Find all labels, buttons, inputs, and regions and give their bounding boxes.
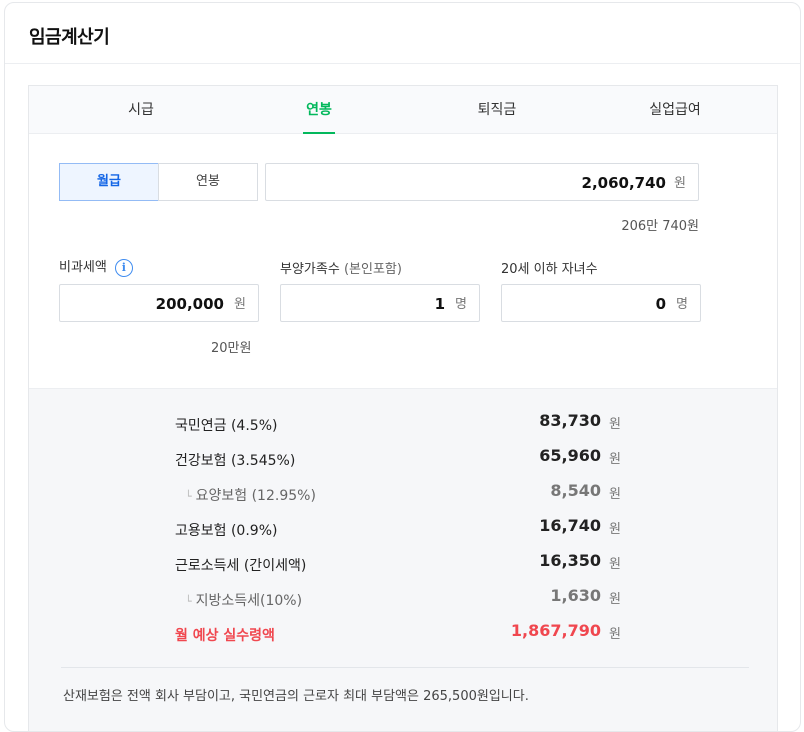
sub-item-marker: └ [185,595,192,608]
toggle-monthly[interactable]: 월급 [59,163,159,201]
dependents-label: 부양가족수 (본인포함) [280,258,402,277]
result-row: 건강보험 (3.545%) 65,960 원 [29,446,777,470]
children-input[interactable]: 0 명 [501,284,701,322]
children-label: 20세 이하 자녀수 [501,262,598,277]
title-divider [5,63,800,64]
pay-type-toggle: 월급 연봉 [59,163,259,203]
deduction-amount: 16,740 [539,516,601,535]
deduction-unit: 원 [609,592,621,607]
tab-hourly[interactable]: 시급 [91,86,191,134]
tab-severance[interactable]: 퇴직금 [447,86,547,134]
net-pay-unit: 원 [609,627,621,642]
result-row-sub: └ 지방소득세(10%) 1,630 원 [29,586,777,610]
salary-korean-amount: 206만 740원 [621,219,699,234]
result-row: 고용보험 (0.9%) 16,740 원 [29,516,777,540]
non-taxable-label: 비과세액 i [59,256,133,277]
wage-calculator-card: 임금계산기 시급 연봉 퇴직금 실업급여 월급 연봉 2,060,740 원 2… [4,2,801,732]
tab-annual-salary[interactable]: 연봉 [269,86,369,134]
deduction-amount: 8,540 [550,481,601,500]
dependents-input[interactable]: 1 명 [280,284,480,322]
dependents-note: (본인포함) [343,262,402,277]
page-title: 임금계산기 [29,27,110,48]
toggle-annual[interactable]: 연봉 [158,163,258,201]
deduction-amount: 16,350 [539,551,601,570]
tab-bar: 시급 연봉 퇴직금 실업급여 [29,86,777,134]
salary-unit: 원 [674,176,686,191]
net-pay-label: 월 예상 실수령액 [175,628,275,644]
deduction-sub-label: └ 요양보험 (12.95%) [185,485,316,505]
deduction-amount: 83,730 [539,411,601,430]
dependents-unit: 명 [455,297,467,312]
non-taxable-value: 200,000 [155,295,224,313]
calculator-panel: 시급 연봉 퇴직금 실업급여 월급 연봉 2,060,740 원 206만 74… [28,85,778,731]
non-taxable-input[interactable]: 200,000 원 [59,284,259,322]
non-taxable-unit: 원 [234,297,246,312]
dependents-label-text: 부양가족수 [280,262,340,277]
result-row-sub: └ 요양보험 (12.95%) 8,540 원 [29,481,777,505]
deduction-sub-label-text: 지방소득세(10%) [195,593,303,609]
net-pay-amount: 1,867,790 [510,621,601,640]
result-row: 근로소득세 (간이세액) 16,350 원 [29,551,777,575]
result-row: 국민연금 (4.5%) 83,730 원 [29,411,777,435]
deduction-unit: 원 [609,417,621,432]
deduction-sub-label-text: 요양보험 (12.95%) [195,488,316,504]
salary-input[interactable]: 2,060,740 원 [265,163,699,201]
tab-unemployment[interactable]: 실업급여 [625,86,725,134]
deduction-unit: 원 [609,557,621,572]
sub-item-marker: └ [185,490,192,503]
net-pay-row: 월 예상 실수령액 1,867,790 원 [29,621,777,645]
deduction-label: 근로소득세 (간이세액) [175,558,307,574]
dependents-value: 1 [434,295,445,313]
deduction-unit: 원 [609,522,621,537]
salary-value: 2,060,740 [581,174,666,192]
deduction-label: 건강보험 (3.545%) [175,453,296,469]
deduction-amount: 65,960 [539,446,601,465]
deduction-label: 고용보험 (0.9%) [175,523,278,539]
deduction-unit: 원 [609,487,621,502]
footnote: 산재보험은 전액 회사 부담이고, 국민연금의 근로자 최대 부담액은 265,… [63,689,529,704]
children-unit: 명 [676,297,688,312]
deduction-unit: 원 [609,452,621,467]
children-value: 0 [655,295,666,313]
deduction-sub-label: └ 지방소득세(10%) [185,590,302,610]
results-divider [61,667,749,668]
deduction-results: 국민연금 (4.5%) 83,730 원 건강보험 (3.545%) 65,96… [29,388,777,731]
info-icon[interactable]: i [114,258,133,277]
non-taxable-label-text: 비과세액 [59,260,107,275]
deduction-amount: 1,630 [550,586,601,605]
non-taxable-korean-amount: 20만원 [211,341,252,356]
deduction-label: 국민연금 (4.5%) [175,418,278,434]
